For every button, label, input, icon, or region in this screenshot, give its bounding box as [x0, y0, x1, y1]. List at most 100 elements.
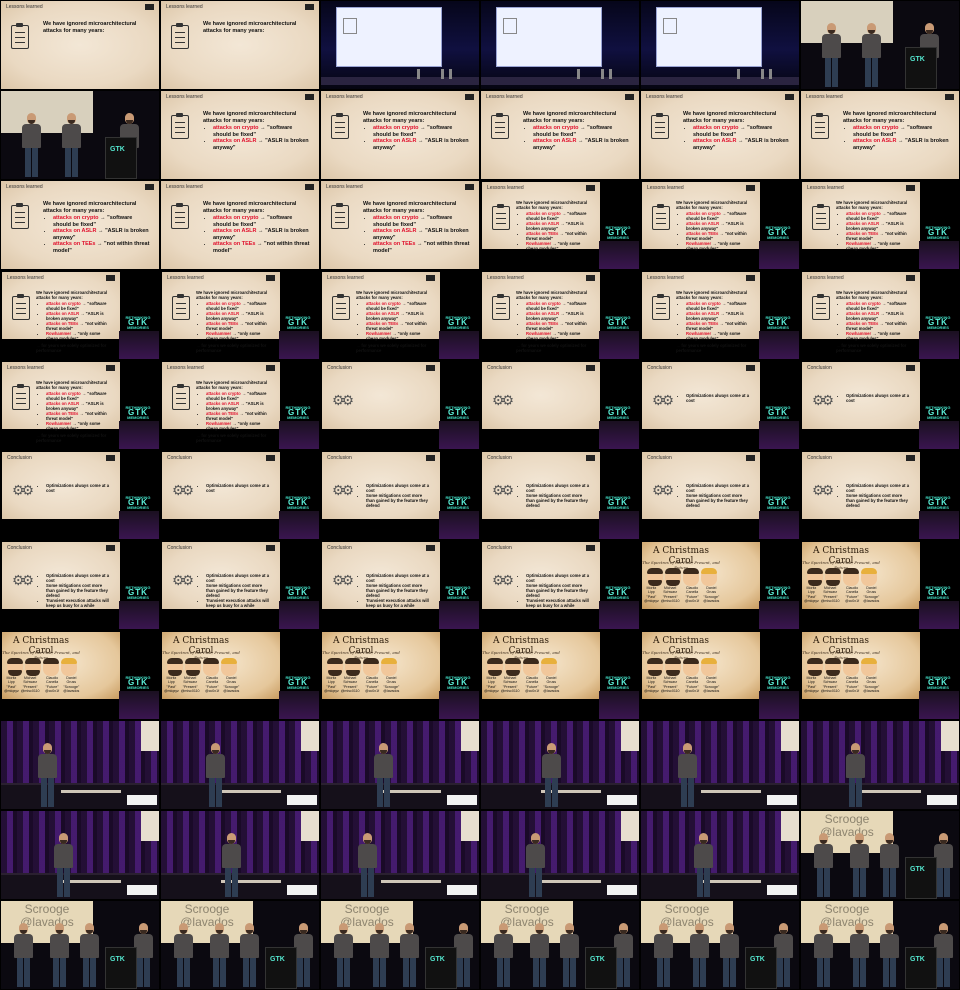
slide-title: Lessons learned	[646, 94, 683, 100]
speaker-figure	[677, 743, 697, 807]
speaker-credit: Michael Schwarz "Present" @misc0110	[660, 586, 680, 603]
lesson-bullet: attacks on crypto → "software should be …	[206, 301, 272, 311]
video-frame: Lessons learned We have ignored microarc…	[160, 180, 320, 270]
checklist-icon	[491, 113, 509, 139]
slide-body: We have ignored microarchitectural attac…	[36, 380, 112, 443]
lesson-bullet: attacks on ASLR → "ASLR is broken anyway…	[206, 311, 272, 321]
video-frame: Conclusion ⚙⚙ Optimizations always come …	[0, 540, 160, 630]
university-logo-icon	[305, 4, 314, 10]
speaker-figure	[849, 833, 869, 897]
projected-slide: A Christmas Carol The Spectres of the Pa…	[482, 632, 600, 699]
university-logo-icon	[785, 94, 794, 100]
video-frame: Scrooge @lavados	[0, 900, 160, 990]
speaker-camera-strip	[279, 511, 319, 539]
event-brand-logo: RETHINKING GTK MEMORIES	[765, 675, 791, 690]
conclusion-bullet: Optimizations always come at a cost	[366, 573, 432, 583]
slide-title: Lessons learned	[807, 275, 844, 281]
slide-title: Lessons learned	[327, 275, 364, 281]
slide-body: Optimizations always come at a costSome …	[516, 572, 592, 608]
conclusion-bullet: Optimizations always come at a cost	[846, 393, 912, 403]
event-brand-logo: RETHINKING GTK MEMORIES	[445, 585, 471, 600]
projected-slide: Conclusion ⚙⚙ Optimizations always come …	[802, 452, 920, 519]
projected-slide: Lessons learned We have ignored microarc…	[162, 362, 280, 443]
speaker-figure	[813, 923, 833, 987]
speaker-credit: Moritz Lipp "Past" @mlqxyz	[484, 676, 499, 693]
university-logo-icon	[266, 455, 275, 461]
video-frame: Lessons learned We have ignored microarc…	[0, 180, 160, 270]
speaker-credit: Moritz Lipp "Past" @mlqxyz	[804, 676, 819, 693]
slide-body: We have ignored microarchitectural attac…	[683, 111, 791, 151]
lesson-bullet: attacks on crypto → "software should be …	[373, 125, 471, 138]
speaker-credit: Claudio Canella "Future" @cc0x1f	[525, 676, 540, 693]
speaker-avatar-icon	[327, 658, 343, 676]
sideline-note: → for years we solely optimized for perf…	[196, 433, 267, 443]
speaker-camera-strip	[439, 601, 479, 629]
checklist-icon	[172, 384, 190, 410]
speaker-avatar-icon	[701, 568, 717, 586]
speaker-figure	[221, 833, 241, 897]
speaker-credit: Michael Schwarz "Present" @misc0110	[500, 676, 520, 693]
video-frame: Conclusion ⚙⚙ Optimizations always come …	[640, 360, 800, 450]
video-frame: Lessons learned We have ignored microarc…	[0, 270, 160, 360]
slide-title: Lessons learned	[806, 94, 843, 100]
university-logo-icon	[586, 365, 595, 371]
slide-title: Lessons learned	[6, 184, 43, 190]
university-logo-icon	[586, 275, 595, 281]
video-frame: Scrooge @lavados	[800, 810, 960, 900]
speaker-camera-strip	[119, 601, 159, 629]
lesson-bullet: attacks on crypto → "software should be …	[213, 125, 311, 138]
lesson-bullet: attacks on TEEs → "not within threat mod…	[846, 231, 912, 241]
speaker-credit: Claudio Canella "Future" @cc0x1f	[45, 676, 60, 693]
speaker-camera-strip	[919, 511, 959, 539]
video-frame: Lessons learned We have ignored microarc…	[640, 180, 800, 270]
speaker-credit: Daniel Gruss "Scrooge" @lavados	[863, 586, 880, 603]
video-frame: Scrooge @lavados	[480, 900, 640, 990]
lesson-bullet: attacks on ASLR → "ASLR is broken anyway…	[206, 401, 272, 411]
lesson-bullet: attacks on TEEs → "not within threat mod…	[213, 241, 311, 254]
gears-icon: ⚙⚙	[12, 572, 34, 588]
slide-body: We have ignored microarchitectural attac…	[203, 201, 311, 254]
checklist-icon	[171, 23, 189, 49]
event-brand-logo: RETHINKING GTK MEMORIES	[285, 405, 311, 420]
speaker-figure	[369, 923, 389, 987]
speaker-avatar-icon	[647, 658, 663, 676]
lesson-bullet: attacks on crypto → "software should be …	[533, 125, 631, 138]
sideline-note: → for years we solely optimized for perf…	[36, 433, 107, 443]
speaker-avatar-icon	[683, 568, 699, 586]
speaker-figure	[61, 113, 81, 177]
speaker-avatar-icon	[665, 658, 681, 676]
speaker-avatar-icon	[61, 658, 77, 676]
video-frame: Lessons learned We have ignored microarc…	[800, 90, 960, 180]
gears-icon: ⚙⚙	[492, 482, 514, 498]
conclusion-bullet: Some mitigations cost more than gained b…	[686, 493, 752, 508]
projected-slide: Lessons learned We have ignored microarc…	[2, 362, 120, 443]
speaker-credit: Daniel Gruss "Scrooge" @lavados	[543, 676, 560, 693]
university-logo-icon	[426, 365, 435, 371]
projected-slide: Conclusion ⚙⚙ Optimizations always come …	[482, 452, 600, 519]
slide-title: Conclusion	[487, 365, 512, 371]
lesson-bullet: Rowhammer → "only some cheap modules"	[526, 241, 592, 251]
conclusion-bullet: Some mitigations cost more than gained b…	[46, 583, 112, 598]
speaker-credit: Daniel Gruss "Scrooge" @lavados	[703, 586, 720, 603]
video-frame: Lessons learned We have ignored microarc…	[320, 270, 480, 360]
event-brand-logo: RETHINKING GTK MEMORIES	[925, 405, 951, 420]
lesson-bullet: Rowhammer → "only some cheap modules"	[526, 331, 592, 341]
projected-slide: A Christmas Carol The Spectres of the Pa…	[2, 632, 120, 699]
speaker-figure	[845, 743, 865, 807]
lesson-bullet: attacks on ASLR → "ASLR is broken anyway…	[46, 311, 112, 321]
slide-title: Lessons learned	[647, 185, 684, 191]
event-brand-logo: RETHINKING GTK MEMORIES	[605, 405, 631, 420]
speaker-camera-strip	[599, 421, 639, 449]
gears-icon: ⚙⚙	[332, 392, 354, 408]
projection-screen	[656, 7, 762, 67]
conclusion-bullet: Optimizations always come at a cost	[46, 573, 112, 583]
video-frame	[0, 90, 160, 180]
university-logo-icon	[305, 94, 314, 100]
lesson-bullet: Rowhammer → "only some cheap modules"	[846, 331, 912, 341]
slide-body: Optimizations always come at a costSome …	[356, 482, 432, 508]
video-frame	[0, 810, 160, 900]
conclusion-bullet: Some mitigations cost more than gained b…	[526, 583, 592, 598]
speaker-camera-strip	[759, 421, 799, 449]
slide-body: Optimizations always come at a costSome …	[196, 572, 272, 608]
speaker-camera-strip	[919, 241, 959, 269]
